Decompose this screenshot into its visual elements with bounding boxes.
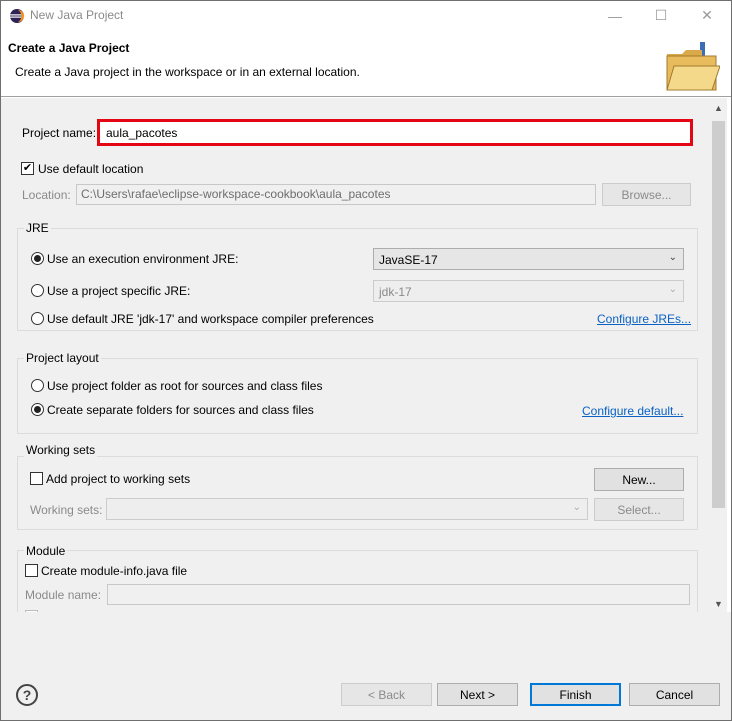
banner-description: Create a Java project in the workspace o…	[15, 65, 360, 79]
checkmark-icon: ✔	[22, 162, 33, 174]
project-specific-jre-label: Use a project specific JRE:	[47, 284, 191, 298]
project-specific-jre-radio[interactable]	[31, 284, 44, 297]
window-title: New Java Project	[30, 8, 124, 22]
use-project-folder-radio[interactable]	[31, 379, 44, 392]
location-label: Location:	[22, 188, 71, 202]
chevron-down-icon: ⌄	[668, 252, 677, 263]
configure-default-link[interactable]: Configure default...	[582, 404, 683, 418]
minimize-icon: —	[608, 7, 622, 24]
maximize-button[interactable]: ☐	[638, 0, 684, 31]
working-sets-group-title: Working sets	[24, 443, 98, 457]
maximize-icon: ☐	[654, 7, 668, 23]
chevron-down-icon: ⌄	[572, 502, 581, 513]
project-specific-jre-value: jdk-17	[379, 285, 412, 299]
module-name-input[interactable]	[107, 584, 690, 605]
jre-group-title: JRE	[24, 221, 51, 235]
cancel-button[interactable]: Cancel	[629, 683, 720, 706]
title-bar: New Java Project — ☐ ✕	[0, 0, 732, 32]
finish-button[interactable]: Finish	[530, 683, 621, 706]
project-layout-group-title: Project layout	[24, 351, 101, 365]
add-to-working-sets-checkbox[interactable]	[30, 472, 43, 485]
banner-title: Create a Java Project	[8, 41, 130, 55]
default-jre-label: Use default JRE 'jdk-17' and workspace c…	[47, 312, 374, 326]
scroll-up-icon[interactable]: ▲	[710, 100, 727, 116]
minimize-button[interactable]: —	[592, 0, 638, 31]
use-default-location-label: Use default location	[38, 162, 144, 176]
use-project-folder-label: Use project folder as root for sources a…	[47, 379, 323, 393]
wizard-banner: Create a Java Project Create a Java proj…	[0, 32, 732, 97]
execution-env-select[interactable]: JavaSE-17 ⌄	[373, 248, 684, 270]
new-working-set-button[interactable]: New...	[594, 468, 684, 491]
help-icon[interactable]: ?	[16, 684, 38, 706]
select-working-sets-button[interactable]: Select...	[594, 498, 684, 521]
scroll-down-icon[interactable]: ▼	[710, 596, 727, 612]
module-name-label: Module name:	[25, 588, 102, 602]
create-separate-folders-radio[interactable]	[31, 403, 44, 416]
project-name-input[interactable]: aula_pacotes	[97, 119, 693, 146]
execution-env-value: JavaSE-17	[379, 253, 438, 267]
default-jre-radio[interactable]	[31, 312, 44, 325]
chevron-down-icon: ⌄	[668, 284, 677, 295]
eclipse-app-icon	[10, 9, 24, 23]
folder-with-java-icon	[666, 42, 720, 91]
create-separate-folders-label: Create separate folders for sources and …	[47, 403, 314, 417]
create-module-info-label: Create module-info.java file	[41, 564, 188, 578]
close-button[interactable]: ✕	[684, 0, 730, 31]
project-layout-group	[17, 358, 698, 434]
add-to-working-sets-label: Add project to working sets	[46, 472, 191, 486]
execution-env-label: Use an execution environment JRE:	[47, 252, 239, 266]
use-default-location-checkbox[interactable]: ✔	[21, 162, 34, 175]
working-sets-label: Working sets:	[30, 503, 103, 517]
next-button[interactable]: Next >	[437, 683, 518, 706]
configure-jres-link[interactable]: Configure JREs...	[597, 312, 691, 326]
project-name-label: Project name:	[22, 126, 97, 140]
back-button[interactable]: < Back	[341, 683, 432, 706]
close-icon: ✕	[701, 7, 713, 23]
project-specific-jre-select[interactable]: jdk-17 ⌄	[373, 280, 684, 302]
scroll-thumb[interactable]	[712, 121, 725, 508]
execution-env-radio[interactable]	[31, 252, 44, 265]
browse-button[interactable]: Browse...	[602, 183, 691, 206]
create-module-info-checkbox[interactable]	[25, 564, 38, 577]
wizard-content: Project name: aula_pacotes ✔ Use default…	[0, 98, 710, 612]
module-group-title: Module	[24, 544, 68, 558]
working-sets-select[interactable]: ⌄	[106, 498, 588, 520]
location-input[interactable]: C:\Users\rafae\eclipse-workspace-cookboo…	[76, 184, 596, 205]
